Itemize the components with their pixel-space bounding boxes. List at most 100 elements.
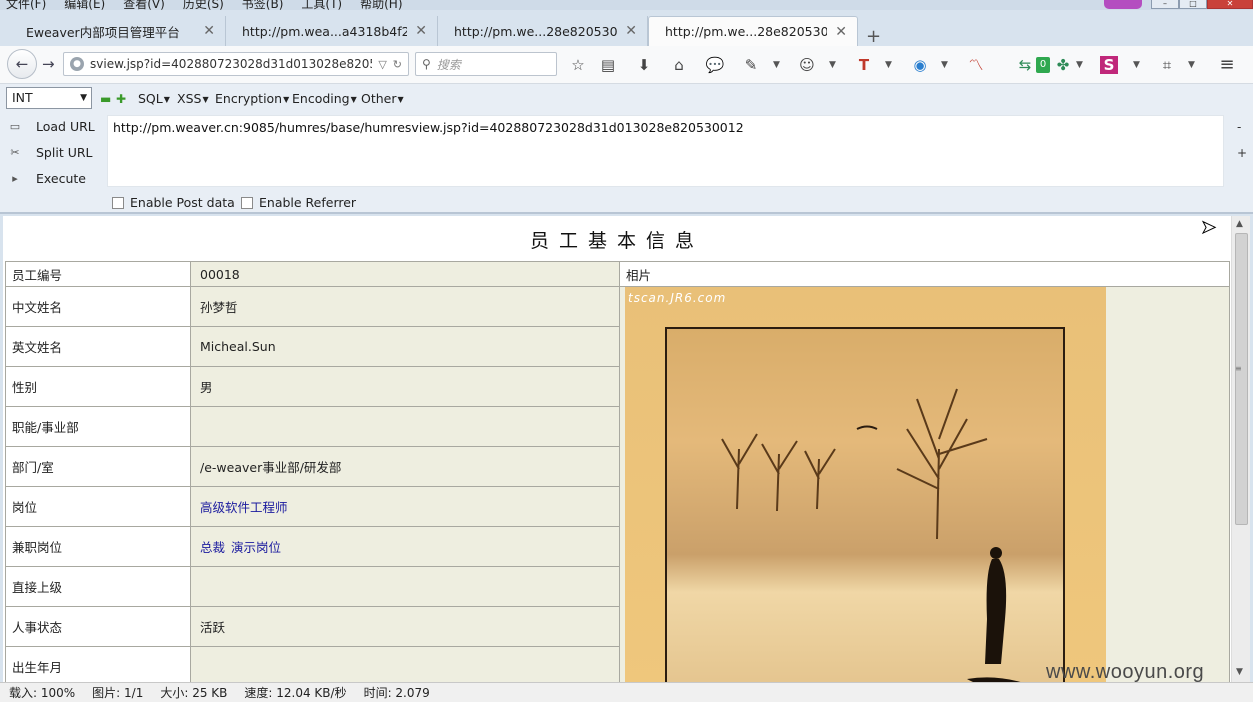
back-arrow-icon[interactable]: ←: [7, 49, 37, 79]
tab-eweaver[interactable]: Eweaver内部项目管理平台 ✕: [10, 16, 226, 46]
extension-icon[interactable]: ✎: [740, 54, 762, 76]
s-dropdown-icon[interactable]: ▼: [1133, 54, 1140, 76]
field-label: 职能/事业部: [5, 406, 191, 447]
other-menu[interactable]: Other▼: [361, 91, 404, 106]
chat-icon[interactable]: 💬: [704, 54, 726, 76]
field-value: [190, 566, 620, 607]
menu-edit[interactable]: 编辑(E): [64, 0, 105, 10]
sql-menu[interactable]: SQL▼: [138, 91, 170, 106]
new-tab-icon[interactable]: +: [866, 26, 881, 47]
close-tab-icon[interactable]: ✕: [415, 23, 427, 39]
tab-strip: Eweaver内部项目管理平台 ✕ http://pm.wea...a4318b…: [0, 12, 1253, 47]
extension-dropdown-icon[interactable]: ▼: [773, 54, 780, 76]
grip-icon: ≡: [1235, 364, 1242, 373]
field-value: 总裁 演示岗位: [190, 526, 620, 567]
hamburger-menu-icon[interactable]: ≡: [1216, 54, 1238, 76]
download-icon[interactable]: ⬇: [633, 54, 655, 76]
field-value: [190, 406, 620, 447]
menu-history[interactable]: 历史(S): [183, 0, 224, 10]
checkbox-box[interactable]: [112, 196, 124, 209]
bookmark-star-icon[interactable]: ☆: [567, 54, 589, 76]
s-extension-icon[interactable]: S: [1100, 56, 1118, 74]
checkbox-label: Enable Referrer: [259, 195, 357, 210]
field-link[interactable]: 高级软件工程师: [200, 500, 288, 515]
minimize-button[interactable]: –: [1151, 0, 1179, 9]
address-text[interactable]: sview.jsp?id=402880723028d31d013028e8205…: [90, 57, 372, 71]
addon-count-badge[interactable]: 0: [1036, 57, 1050, 73]
encoding-menu[interactable]: Encoding▼: [292, 91, 357, 106]
reload-icon[interactable]: ↻: [393, 58, 402, 71]
web-dropdown-icon[interactable]: ▼: [941, 54, 948, 76]
hackbar-url-textarea[interactable]: http://pm.weaver.cn:9085/humres/base/hum…: [107, 115, 1224, 187]
decrease-icon[interactable]: ▬: [100, 92, 111, 106]
vertical-scrollbar[interactable]: ▲ ≡ ▼: [1231, 216, 1250, 682]
split-url-label: Split URL: [36, 145, 93, 160]
close-tab-icon[interactable]: ✕: [203, 23, 215, 39]
menu-view[interactable]: 查看(V): [123, 0, 165, 10]
crop-icon[interactable]: ⌗: [1156, 54, 1178, 76]
sync-arrows-icon[interactable]: ⇆: [1014, 54, 1036, 76]
menu-file[interactable]: 文件(F): [6, 0, 46, 10]
scrollbar-thumb[interactable]: [1235, 233, 1248, 525]
split-url-button[interactable]: ✂ Split URL: [8, 145, 93, 160]
scroll-up-icon[interactable]: ▲: [1236, 219, 1243, 229]
site-watermark: www.wooyun.org: [1046, 661, 1205, 683]
expand-textarea-button[interactable]: +: [1237, 146, 1247, 160]
close-window-button[interactable]: ✕: [1207, 0, 1253, 9]
search-icon: ⚲: [422, 57, 431, 71]
firefox-account-badge[interactable]: [1104, 0, 1142, 9]
close-tab-icon[interactable]: ✕: [625, 23, 637, 39]
puzzle-icon[interactable]: ✤: [1052, 54, 1074, 76]
dropdown-arrow-icon[interactable]: ▽: [378, 58, 386, 71]
field-link[interactable]: 总裁: [200, 540, 225, 555]
monkey-dropdown-icon[interactable]: ▼: [829, 54, 836, 76]
tab-humres-active[interactable]: http://pm.we...28e820530012 ✕: [648, 16, 858, 46]
text-dropdown-icon[interactable]: ▼: [885, 54, 892, 76]
field-label: 性别: [5, 366, 191, 407]
play-icon: ▸: [12, 171, 18, 185]
xss-menu[interactable]: XSS▼: [177, 91, 209, 106]
tab-label: Eweaver内部项目管理平台: [26, 24, 180, 40]
reading-list-icon[interactable]: ▤: [597, 54, 619, 76]
close-tab-icon[interactable]: ✕: [835, 24, 847, 40]
increase-icon[interactable]: ✚: [116, 92, 126, 106]
menu-bookmarks[interactable]: 书签(B): [242, 0, 284, 10]
text-t-icon[interactable]: T: [853, 54, 875, 76]
photo-cell: tscan.JR6.com: [619, 286, 1230, 682]
crop-dropdown-icon[interactable]: ▼: [1188, 54, 1195, 76]
search-input[interactable]: ⚲ 搜索: [415, 52, 557, 76]
tab-humres-2[interactable]: http://pm.we...28e820530012 ✕: [438, 16, 648, 46]
maximize-button[interactable]: □: [1179, 0, 1207, 9]
status-load: 载入: 100%: [9, 686, 76, 700]
scroll-down-icon[interactable]: ▼: [1236, 667, 1243, 677]
forward-arrow-icon[interactable]: →: [42, 55, 55, 73]
tab-humres-1[interactable]: http://pm.wea...a4318b4f25c7 ✕: [226, 16, 438, 46]
menu-help[interactable]: 帮助(H): [360, 0, 402, 10]
enable-referrer-checkbox[interactable]: Enable Referrer: [241, 195, 356, 210]
enable-post-data-checkbox[interactable]: Enable Post data: [112, 195, 235, 210]
field-link[interactable]: 演示岗位: [231, 540, 281, 555]
employee-info-table: 员工编号 00018 相片 中文姓名 孙梦哲 tscan.JR6.com 英文姓名 Miche…: [5, 261, 1230, 682]
encryption-menu[interactable]: Encryption▼: [215, 91, 289, 106]
field-label: 人事状态: [5, 606, 191, 647]
shrink-textarea-button[interactable]: -: [1237, 120, 1241, 134]
field-label: 部门/室: [5, 446, 191, 487]
checkbox-box[interactable]: [241, 196, 253, 209]
trend-icon[interactable]: 〽: [965, 54, 987, 76]
load-url-button[interactable]: ▭ Load URL: [8, 119, 95, 134]
web-globe-icon[interactable]: ◉: [909, 54, 931, 76]
window-controls: – □ ✕: [1151, 0, 1253, 9]
checkbox-label: Enable Post data: [130, 195, 235, 210]
type-select-value: INT: [12, 90, 33, 105]
field-value: Micheal.Sun: [190, 326, 620, 367]
address-bar[interactable]: ● sview.jsp?id=402880723028d31d013028e82…: [63, 52, 409, 76]
table-row: 中文姓名 孙梦哲 tscan.JR6.com: [5, 286, 1230, 682]
photo-frame: [665, 327, 1065, 682]
home-icon[interactable]: ⌂: [668, 54, 690, 76]
type-select[interactable]: INT ▼: [6, 87, 92, 109]
puzzle-dropdown-icon[interactable]: ▼: [1076, 54, 1083, 76]
field-label: 直接上级: [5, 566, 191, 607]
execute-button[interactable]: ▸ Execute: [8, 171, 86, 186]
monkey-icon[interactable]: ☺: [796, 54, 818, 76]
menu-tools[interactable]: 工具(T): [301, 0, 342, 10]
